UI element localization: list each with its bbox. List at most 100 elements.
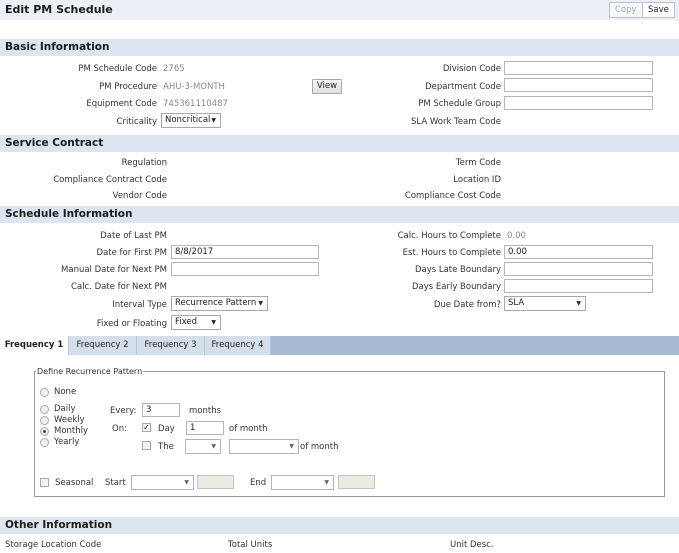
fixed-floating-value: Fixed (175, 317, 198, 327)
the-label: The (158, 442, 174, 452)
division-code-input[interactable] (504, 61, 653, 75)
seasonal-checkbox[interactable] (40, 478, 49, 487)
section-service-contract: Service Contract (0, 135, 679, 152)
start-label: Start (105, 478, 126, 488)
seasonal-label: Seasonal (55, 478, 94, 488)
pm-procedure-value: AHU-3-MONTH (163, 82, 225, 92)
pm-schedule-code-label: PM Schedule Code (78, 64, 157, 74)
chevron-down-icon: ▼ (211, 443, 216, 450)
total-units-label: Total Units (228, 540, 273, 550)
manual-next-pm-input[interactable] (171, 262, 319, 276)
chevron-down-icon: ▼ (289, 443, 294, 450)
of-month-label: of month (229, 424, 268, 434)
day-checkbox[interactable]: ✓ (142, 423, 151, 432)
radio-yearly[interactable] (40, 438, 49, 447)
chevron-down-icon: ▼ (576, 300, 581, 307)
day-input[interactable]: 1 (186, 421, 224, 435)
compliance-contract-label: Compliance Contract Code (53, 175, 167, 185)
storage-location-label: Storage Location Code (5, 540, 102, 550)
criticality-label: Criticality (116, 117, 157, 127)
radio-yearly-label: Yearly (54, 437, 80, 447)
ordinal-select[interactable]: ▼ (185, 439, 221, 454)
section-title: Schedule Information (5, 208, 133, 220)
vendor-code-label: Vendor Code (112, 191, 167, 201)
chevron-down-icon: ▼ (184, 479, 189, 486)
compliance-cost-label: Compliance Cost Code (404, 191, 501, 201)
weekday-select[interactable]: ▼ (229, 439, 299, 454)
equipment-code-label: Equipment Code (86, 99, 157, 109)
criticality-select[interactable]: Noncritical ▼ (161, 113, 221, 128)
section-basic-information: Basic Information (0, 39, 679, 56)
division-code-label: Division Code (442, 64, 501, 74)
save-button[interactable]: Save (642, 2, 675, 18)
first-pm-date-input[interactable]: 8/8/2017 (171, 245, 319, 259)
pm-procedure-label: PM Procedure (99, 82, 157, 92)
chevron-down-icon: ▼ (211, 117, 216, 124)
chevron-down-icon: ▼ (324, 479, 329, 486)
days-late-label: Days Late Boundary (414, 265, 501, 275)
radio-none[interactable] (40, 388, 49, 397)
day-label: Day (158, 424, 175, 434)
tab-frequency-3[interactable]: Frequency 3 (137, 336, 205, 355)
fixed-floating-label: Fixed or Floating (96, 319, 167, 329)
radio-daily-label: Daily (54, 404, 76, 414)
every-input[interactable]: 3 (142, 403, 180, 417)
est-hours-label: Est. Hours to Complete (402, 248, 501, 258)
last-pm-label: Date of Last PM (100, 231, 167, 241)
manual-next-pm-label: Manual Date for Next PM (61, 265, 167, 275)
section-title: Service Contract (5, 137, 104, 149)
section-title: Other Information (5, 519, 113, 531)
calc-next-pm-label: Calc. Date for Next PM (71, 282, 167, 292)
interval-type-select[interactable]: Recurrence Pattern ▼ (171, 296, 268, 311)
tab-frequency-2[interactable]: Frequency 2 (69, 336, 137, 355)
tab-frequency-1[interactable]: Frequency 1 (0, 336, 69, 355)
calc-hours-label: Calc. Hours to Complete (397, 231, 501, 241)
copy-button[interactable]: Copy (609, 2, 643, 18)
radio-weekly-label: Weekly (54, 415, 85, 425)
end-label: End (250, 478, 267, 488)
section-schedule-information: Schedule Information (0, 206, 679, 223)
chevron-down-icon: ▼ (211, 319, 216, 326)
sla-work-team-label: SLA Work Team Code (411, 117, 501, 127)
frequency-tabs: Frequency 1 Frequency 2 Frequency 3 Freq… (0, 336, 679, 355)
on-label: On: (112, 424, 127, 434)
interval-type-label: Interval Type (112, 300, 167, 310)
due-date-from-select[interactable]: SLA ▼ (504, 296, 586, 311)
radio-daily[interactable] (40, 405, 49, 414)
title-bar: Edit PM Schedule Copy Save (0, 0, 679, 20)
radio-monthly[interactable] (40, 427, 49, 436)
department-code-input[interactable] (504, 78, 653, 92)
regulation-label: Regulation (121, 158, 167, 168)
recurrence-pattern-legend: Define Recurrence Pattern (36, 367, 144, 376)
tab-frequency-4[interactable]: Frequency 4 (205, 336, 271, 355)
fixed-floating-select[interactable]: Fixed ▼ (171, 315, 221, 330)
section-title: Basic Information (5, 41, 110, 53)
pm-schedule-code-value: 2765 (163, 64, 185, 74)
start-month-select[interactable]: ▼ (131, 475, 194, 490)
section-other-information: Other Information (0, 517, 679, 534)
unit-desc-label: Unit Desc. (450, 540, 494, 550)
location-id-label: Location ID (453, 175, 501, 185)
end-day-input[interactable] (338, 475, 375, 489)
radio-monthly-label: Monthly (54, 426, 89, 436)
days-early-input[interactable] (504, 279, 653, 293)
department-code-label: Department Code (425, 82, 501, 92)
radio-weekly[interactable] (40, 416, 49, 425)
pm-schedule-group-input[interactable] (504, 96, 653, 110)
of-month-label-2: of month (300, 442, 339, 452)
interval-type-value: Recurrence Pattern (175, 298, 257, 308)
end-month-select[interactable]: ▼ (271, 475, 334, 490)
page-title: Edit PM Schedule (5, 3, 113, 16)
months-label: months (189, 406, 222, 416)
criticality-value: Noncritical (165, 115, 211, 125)
view-button[interactable]: View (312, 79, 342, 94)
days-early-label: Days Early Boundary (411, 282, 501, 292)
chevron-down-icon: ▼ (258, 300, 263, 307)
days-late-input[interactable] (504, 262, 653, 276)
calc-hours-value: 0.00 (507, 231, 526, 241)
first-pm-label: Date for First PM (96, 248, 167, 258)
the-checkbox[interactable] (142, 441, 151, 450)
start-day-input[interactable] (197, 475, 234, 489)
est-hours-input[interactable]: 0.00 (504, 245, 653, 259)
every-label: Every: (110, 406, 137, 416)
